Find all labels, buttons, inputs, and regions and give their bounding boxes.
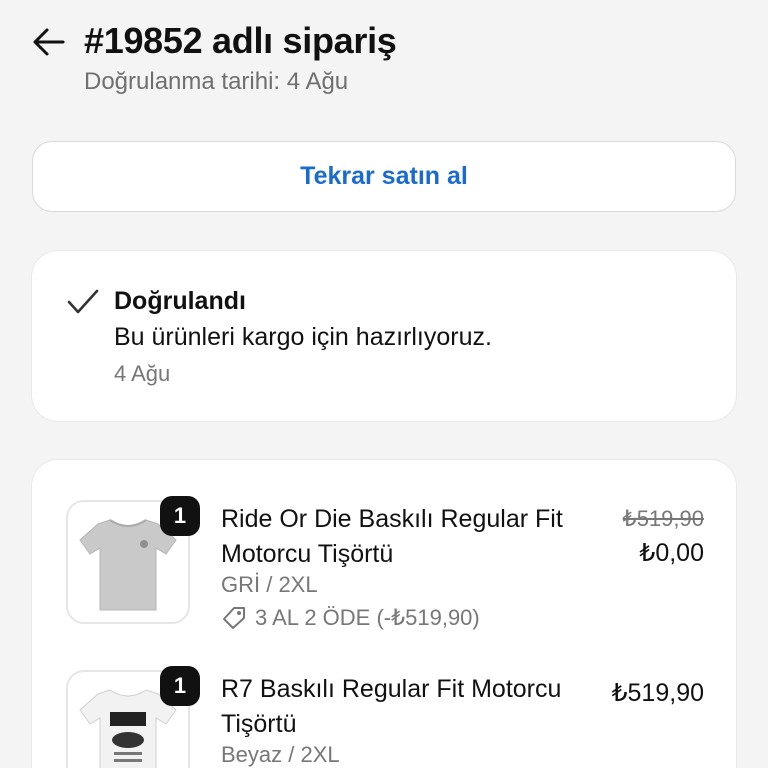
back-button[interactable] <box>28 22 68 62</box>
product-name[interactable]: R7 Baskılı Regular Fit Motorcu Tişörtü <box>221 672 581 742</box>
quantity-badge: 1 <box>160 496 200 536</box>
product-variant: GRİ / 2XL <box>221 572 318 597</box>
quantity-badge: 1 <box>160 666 200 706</box>
discount-line: 3 AL 2 ÖDE (-₺519,90) <box>221 605 480 631</box>
original-price: ₺519,90 <box>622 506 704 531</box>
checkmark-icon <box>67 289 99 314</box>
order-status-card: Doğrulandı Bu ürünleri kargo için hazırl… <box>32 251 736 421</box>
status-description: Bu ürünleri kargo için hazırlıyoruz. <box>114 323 492 351</box>
product-variant: Beyaz / 2XL <box>221 742 340 767</box>
line-item[interactable]: 1 R7 Baskılı Regular Fit Motorcu Tişörtü… <box>32 630 736 768</box>
buy-again-button[interactable]: Tekrar satın al <box>32 141 736 212</box>
current-price: ₺519,90 <box>611 679 704 707</box>
product-name[interactable]: Ride Or Die Baskılı Regular Fit Motorcu … <box>221 502 581 572</box>
arrow-left-icon <box>33 28 65 56</box>
line-item[interactable]: 1 Ride Or Die Baskılı Regular Fit Motorc… <box>32 460 736 630</box>
page-header: #19852 adlı sipariş Doğrulanma tarihi: 4… <box>0 0 768 120</box>
status-date: 4 Ağu <box>114 361 171 386</box>
tag-icon <box>223 607 245 629</box>
order-items-card: 1 Ride Or Die Baskılı Regular Fit Motorc… <box>32 460 736 768</box>
status-title: Doğrulandı <box>114 287 246 315</box>
current-price: ₺0,00 <box>639 539 704 567</box>
discount-label: 3 AL 2 ÖDE (-₺519,90) <box>255 605 480 630</box>
verified-date-subtitle: Doğrulanma tarihi: 4 Ağu <box>84 68 349 95</box>
page-title: #19852 adlı sipariş <box>84 20 397 61</box>
